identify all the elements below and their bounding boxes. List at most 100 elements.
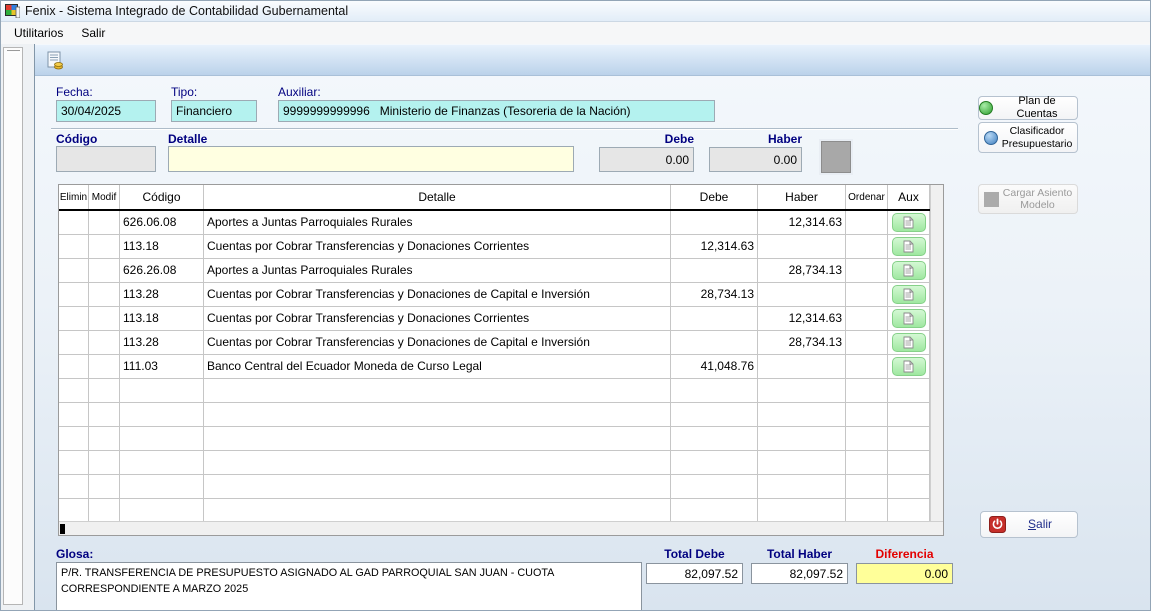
table-row[interactable]: 113.28 Cuentas por Cobrar Transferencias… bbox=[59, 283, 930, 307]
total-debe-field bbox=[646, 563, 743, 584]
cell-codigo: 113.18 bbox=[120, 235, 204, 259]
cell-ordenar[interactable] bbox=[846, 307, 888, 331]
codigo-entry-input[interactable] bbox=[56, 146, 156, 172]
haber-label: Haber bbox=[709, 132, 802, 146]
table-row-empty[interactable] bbox=[59, 427, 930, 451]
table-row[interactable]: 113.18 Cuentas por Cobrar Transferencias… bbox=[59, 307, 930, 331]
cell-detalle: Aportes a Juntas Parroquiales Rurales bbox=[204, 259, 671, 283]
splitter-handle[interactable] bbox=[7, 50, 20, 53]
cell-ordenar[interactable] bbox=[846, 355, 888, 379]
cell-modif[interactable] bbox=[89, 259, 120, 283]
table-row[interactable]: 626.26.08 Aportes a Juntas Parroquiales … bbox=[59, 259, 930, 283]
detalle-entry-input[interactable] bbox=[168, 146, 574, 172]
aux-button[interactable] bbox=[892, 285, 926, 304]
cell-haber: 12,314.63 bbox=[758, 307, 846, 331]
aux-button[interactable] bbox=[892, 237, 926, 256]
cell-ordenar[interactable] bbox=[846, 235, 888, 259]
total-debe-label: Total Debe bbox=[646, 547, 743, 561]
col-header-haber[interactable]: Haber bbox=[758, 185, 846, 209]
cell-aux bbox=[888, 331, 930, 355]
cell-modif[interactable] bbox=[89, 283, 120, 307]
cell-modif[interactable] bbox=[89, 211, 120, 235]
diferencia-label: Diferencia bbox=[856, 547, 953, 561]
left-collapsed-panel[interactable] bbox=[3, 47, 23, 605]
clasificador-presupuestario-button[interactable]: Clasificador Presupuestario bbox=[978, 122, 1078, 153]
col-header-ordenar[interactable]: Ordenar bbox=[846, 185, 888, 209]
col-header-debe[interactable]: Debe bbox=[671, 185, 758, 209]
cell-elimin[interactable] bbox=[59, 259, 89, 283]
grid-horizontal-scrollbar[interactable] bbox=[59, 521, 943, 535]
aux-button[interactable] bbox=[892, 357, 926, 376]
aux-button[interactable] bbox=[892, 333, 926, 352]
new-entry-document-coins-icon[interactable] bbox=[46, 51, 65, 70]
cell-ordenar[interactable] bbox=[846, 211, 888, 235]
cell-detalle: Banco Central del Ecuador Moneda de Curs… bbox=[204, 355, 671, 379]
col-header-aux[interactable]: Aux bbox=[888, 185, 930, 209]
document-lines-icon bbox=[903, 240, 914, 253]
cell-modif[interactable] bbox=[89, 331, 120, 355]
cell-elimin[interactable] bbox=[59, 235, 89, 259]
col-header-detalle[interactable]: Detalle bbox=[204, 185, 671, 209]
haber-entry-input[interactable] bbox=[709, 147, 802, 172]
aux-button[interactable] bbox=[892, 309, 926, 328]
debe-label: Debe bbox=[599, 132, 694, 146]
debe-entry-input[interactable] bbox=[599, 147, 694, 172]
cell-detalle: Cuentas por Cobrar Transferencias y Dona… bbox=[204, 235, 671, 259]
aux-button[interactable] bbox=[892, 213, 926, 232]
power-icon bbox=[989, 516, 1006, 533]
table-row-empty[interactable] bbox=[59, 499, 930, 521]
cell-codigo: 113.28 bbox=[120, 331, 204, 355]
auxiliar-input[interactable] bbox=[278, 100, 715, 122]
document-lines-icon bbox=[903, 336, 914, 349]
col-header-elimin[interactable]: Elimin bbox=[59, 185, 89, 209]
toolbar bbox=[35, 45, 1150, 76]
cell-elimin[interactable] bbox=[59, 283, 89, 307]
cell-aux bbox=[888, 355, 930, 379]
cell-haber: 28,734.13 bbox=[758, 259, 846, 283]
cell-debe bbox=[671, 307, 758, 331]
table-row[interactable]: 113.28 Cuentas por Cobrar Transferencias… bbox=[59, 331, 930, 355]
entries-grid: Elimin Modif Código Detalle Debe Haber O… bbox=[58, 184, 944, 536]
grid-header-row: Elimin Modif Código Detalle Debe Haber O… bbox=[59, 185, 930, 211]
glosa-textarea[interactable]: P/R. TRANSFERENCIA DE PRESUPUESTO ASIGNA… bbox=[56, 562, 642, 611]
plan-de-cuentas-button[interactable]: Plan de Cuentas bbox=[978, 96, 1078, 120]
cell-modif[interactable] bbox=[89, 307, 120, 331]
plan-de-cuentas-label: Plan de Cuentas bbox=[997, 95, 1077, 120]
cell-ordenar[interactable] bbox=[846, 283, 888, 307]
menu-utilitarios[interactable]: Utilitarios bbox=[5, 23, 72, 43]
menu-salir[interactable]: Salir bbox=[72, 23, 114, 43]
fecha-label: Fecha: bbox=[56, 85, 93, 99]
green-sphere-icon bbox=[979, 101, 993, 115]
table-row[interactable]: 111.03 Banco Central del Ecuador Moneda … bbox=[59, 355, 930, 379]
cell-modif[interactable] bbox=[89, 235, 120, 259]
cell-ordenar[interactable] bbox=[846, 331, 888, 355]
table-row[interactable]: 626.06.08 Aportes a Juntas Parroquiales … bbox=[59, 211, 930, 235]
col-header-codigo[interactable]: Código bbox=[120, 185, 204, 209]
cell-elimin[interactable] bbox=[59, 355, 89, 379]
table-row[interactable]: 113.18 Cuentas por Cobrar Transferencias… bbox=[59, 235, 930, 259]
app-window-icon bbox=[5, 4, 20, 18]
detalle-label: Detalle bbox=[168, 132, 207, 146]
total-haber-field bbox=[751, 563, 848, 584]
cell-elimin[interactable] bbox=[59, 211, 89, 235]
salir-button[interactable]: Salir bbox=[980, 511, 1078, 538]
grid-vertical-scrollbar[interactable] bbox=[930, 185, 943, 521]
entry-action-button[interactable] bbox=[821, 141, 851, 173]
table-row-empty[interactable] bbox=[59, 475, 930, 499]
fecha-input[interactable] bbox=[56, 100, 156, 122]
cell-ordenar[interactable] bbox=[846, 259, 888, 283]
table-row-empty[interactable] bbox=[59, 451, 930, 475]
table-row-empty[interactable] bbox=[59, 403, 930, 427]
col-header-modif[interactable]: Modif bbox=[89, 185, 120, 209]
tipo-input[interactable] bbox=[171, 100, 257, 122]
cell-modif[interactable] bbox=[89, 355, 120, 379]
cell-elimin[interactable] bbox=[59, 307, 89, 331]
grid-hscroll-thumb[interactable] bbox=[60, 524, 65, 534]
auxiliar-label: Auxiliar: bbox=[278, 85, 321, 99]
window-title: Fenix - Sistema Integrado de Contabilida… bbox=[25, 4, 348, 18]
cell-aux bbox=[888, 211, 930, 235]
table-row-empty[interactable] bbox=[59, 379, 930, 403]
codigo-label: Código bbox=[56, 132, 97, 146]
aux-button[interactable] bbox=[892, 261, 926, 280]
cell-elimin[interactable] bbox=[59, 331, 89, 355]
